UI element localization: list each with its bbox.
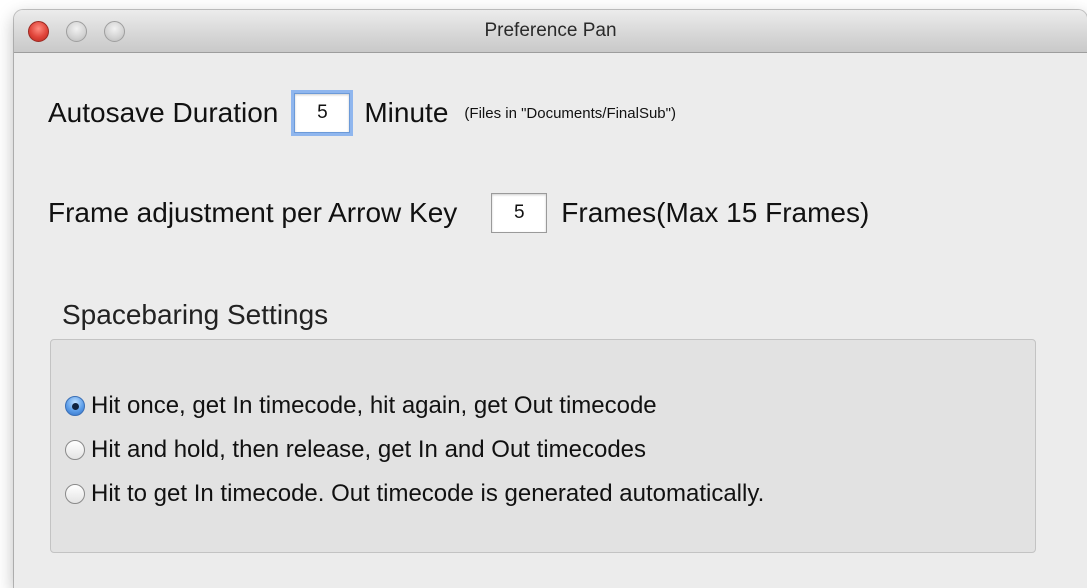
frame-adjust-input[interactable]: 5 xyxy=(491,193,548,233)
spacebar-option-auto-out[interactable]: Hit to get In timecode. Out timecode is … xyxy=(65,480,764,508)
frame-adjust-row: Frame adjustment per Arrow Key 5 Frames(… xyxy=(48,191,869,235)
spacebar-option-hit-and-hold[interactable]: Hit and hold, then release, get In and O… xyxy=(65,436,646,464)
autosave-row: Autosave Duration 5 Minute (Files in "Do… xyxy=(48,91,676,135)
radio-unselected-icon[interactable] xyxy=(65,484,85,504)
autosave-unit-label: Minute xyxy=(364,97,449,128)
autosave-location-note: (Files in "Documents/FinalSub") xyxy=(464,104,676,122)
autosave-label: Autosave Duration xyxy=(48,97,279,128)
frame-adjust-label: Frame adjustment per Arrow Key xyxy=(48,197,458,228)
preferences-window: Preference Pan Autosave Duration 5 Minut… xyxy=(14,10,1087,588)
autosave-duration-input[interactable]: 5 xyxy=(294,93,351,133)
frame-adjust-unit-label: Frames(Max 15 Frames) xyxy=(561,197,870,228)
spacebaring-group-title: Spacebaring Settings xyxy=(62,299,329,330)
window-title: Preference Pan xyxy=(484,20,617,41)
spacebar-option-hit-once[interactable]: Hit once, get In timecode, hit again, ge… xyxy=(65,392,657,420)
option-label: Hit to get In timecode. Out timecode is … xyxy=(91,480,765,507)
option-label: Hit once, get In timecode, hit again, ge… xyxy=(91,392,657,419)
radio-selected-icon[interactable] xyxy=(65,396,85,416)
spacebaring-group-box: Hit once, get In timecode, hit again, ge… xyxy=(50,339,1036,553)
title-bar[interactable]: Preference Pan xyxy=(14,10,1087,53)
radio-unselected-icon[interactable] xyxy=(65,440,85,460)
option-label: Hit and hold, then release, get In and O… xyxy=(91,436,647,463)
preferences-content: Autosave Duration 5 Minute (Files in "Do… xyxy=(14,53,1087,588)
